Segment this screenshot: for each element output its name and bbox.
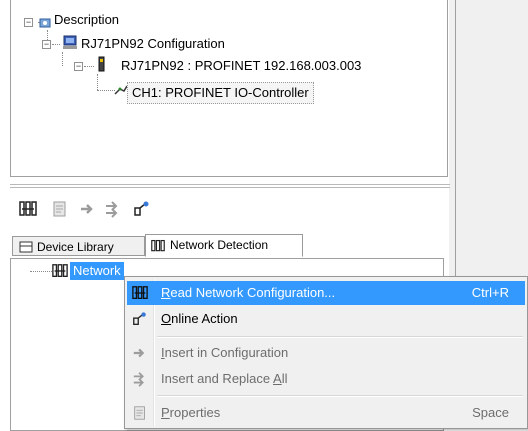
pane-splitter[interactable] bbox=[10, 184, 450, 190]
menu-label: Insert and Replace All bbox=[161, 371, 288, 386]
tree-device-label[interactable]: RJ71PN92 : PROFINET 192.168.003.003 bbox=[121, 58, 361, 74]
library-icon bbox=[19, 241, 33, 253]
network-icon bbox=[52, 264, 68, 277]
tree-connector bbox=[52, 44, 60, 45]
online-action-icon bbox=[133, 312, 146, 325]
tree-configuration-label[interactable]: RJ71PN92 Configuration bbox=[81, 36, 225, 52]
menu-item-insert-and-replace-all[interactable]: Insert and Replace All bbox=[127, 367, 525, 391]
insert-icon[interactable] bbox=[79, 200, 97, 218]
tree-channel-label[interactable]: CH1: PROFINET IO-Controller bbox=[127, 82, 314, 104]
menu-shortcut: Ctrl+R bbox=[471, 285, 509, 300]
menu-item-read-network-configuration[interactable]: Read Network Configuration... Ctrl+R bbox=[127, 281, 525, 305]
network-detection-icon[interactable] bbox=[19, 200, 37, 218]
context-menu: Read Network Configuration... Ctrl+R Onl… bbox=[124, 276, 528, 429]
tab-label: Device Library bbox=[37, 240, 114, 254]
insert-replace-icon[interactable] bbox=[104, 200, 122, 218]
network-tree-item[interactable]: Network bbox=[70, 262, 124, 280]
collapse-toggle[interactable]: − bbox=[24, 18, 33, 27]
online-action-icon[interactable] bbox=[133, 200, 151, 218]
tab-device-library[interactable]: Device Library bbox=[12, 236, 145, 256]
menu-separator bbox=[157, 395, 523, 397]
menu-label: Insert in Configuration bbox=[161, 345, 289, 360]
menu-item-online-action[interactable]: Online Action bbox=[127, 307, 525, 331]
tree-connector bbox=[62, 52, 63, 66]
tree-root-label[interactable]: Description bbox=[54, 12, 119, 28]
properties-icon[interactable] bbox=[51, 200, 69, 218]
insert-replace-icon bbox=[133, 372, 144, 387]
computer-icon bbox=[63, 35, 77, 49]
menu-shortcut: Space bbox=[472, 405, 509, 420]
collapse-toggle[interactable]: − bbox=[42, 40, 51, 49]
menu-item-properties[interactable]: Properties Space bbox=[127, 401, 525, 425]
tree-connector bbox=[84, 66, 94, 67]
menu-label: Online Action bbox=[161, 311, 238, 326]
menu-item-insert-in-configuration[interactable]: Insert in Configuration bbox=[127, 341, 525, 365]
menu-label: Properties bbox=[161, 405, 221, 420]
insert-icon bbox=[133, 348, 145, 358]
network-detection-icon bbox=[151, 239, 165, 252]
module-icon bbox=[98, 56, 105, 72]
tree-connector bbox=[97, 74, 98, 90]
menu-label: Read Network Configuration... bbox=[161, 285, 336, 300]
network-detection-icon bbox=[132, 286, 148, 299]
tab-network-detection[interactable]: Network Detection bbox=[145, 234, 303, 257]
tree-connector bbox=[30, 271, 52, 272]
properties-icon bbox=[134, 406, 145, 420]
collapse-toggle[interactable]: − bbox=[74, 62, 83, 71]
menu-separator bbox=[157, 336, 523, 338]
tab-label: Network Detection bbox=[170, 238, 269, 252]
description-icon bbox=[39, 18, 51, 28]
